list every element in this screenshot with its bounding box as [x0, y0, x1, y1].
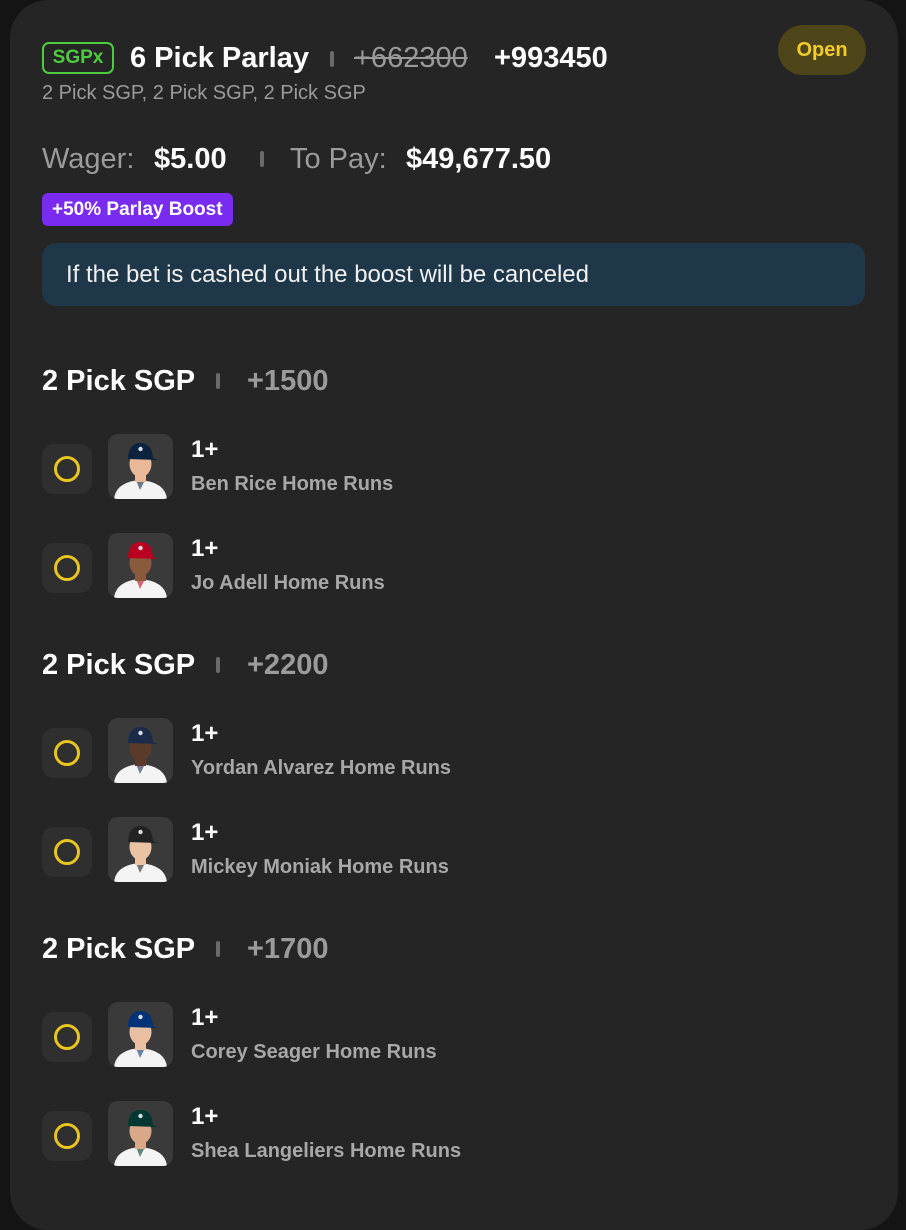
leg-description: Mickey Moniak Home Runs	[191, 856, 449, 878]
leg-row[interactable]: 1+ Corey Seager Home Runs	[42, 1002, 862, 1072]
player-headshot-icon	[114, 542, 167, 598]
divider	[216, 941, 220, 957]
sgp-group-header: 2 Pick SGP +1700	[42, 931, 442, 967]
player-headshot-icon	[114, 727, 167, 783]
wager-label: Wager:	[42, 143, 135, 175]
parlay-boost-badge: +50% Parlay Boost	[42, 193, 233, 226]
leg-line: 1+	[191, 1004, 219, 1031]
player-headshot-icon	[114, 1110, 167, 1166]
pending-circle-icon	[54, 839, 80, 865]
leg-description: Corey Seager Home Runs	[191, 1041, 437, 1063]
leg-description: Yordan Alvarez Home Runs	[191, 757, 452, 779]
pending-circle-icon	[54, 740, 80, 766]
group-odds: +2200	[247, 649, 329, 681]
to-pay-value: $49,677.50	[406, 143, 552, 175]
leg-status-box	[42, 543, 92, 593]
leg-description: Shea Langeliers Home Runs	[191, 1140, 462, 1162]
group-name: 2 Pick SGP	[42, 649, 196, 681]
leg-status-box	[42, 1012, 92, 1062]
leg-row[interactable]: 1+ Mickey Moniak Home Runs	[42, 817, 862, 887]
pending-circle-icon	[54, 555, 80, 581]
pending-circle-icon	[54, 1123, 80, 1149]
divider	[216, 657, 220, 673]
boost-notice: If the bet is cashed out the boost will …	[42, 243, 865, 306]
group-name: 2 Pick SGP	[42, 365, 196, 397]
leg-line: 1+	[191, 819, 219, 846]
parlay-subtitle: 2 Pick SGP, 2 Pick SGP, 2 Pick SGP	[42, 82, 366, 104]
sgp-group-header: 2 Pick SGP +2200	[42, 647, 442, 683]
leg-description: Jo Adell Home Runs	[191, 572, 385, 594]
sgpx-badge: SGPx	[42, 42, 114, 74]
leg-line: 1+	[191, 720, 219, 747]
sgp-group-header: 2 Pick SGP +1500	[42, 363, 442, 399]
original-odds: +662300	[354, 42, 468, 74]
group-name: 2 Pick SGP	[42, 933, 196, 965]
wager-value: $5.00	[154, 143, 227, 175]
player-headshot-icon	[114, 1011, 167, 1067]
leg-row[interactable]: 1+ Ben Rice Home Runs	[42, 434, 862, 504]
player-avatar	[108, 1002, 173, 1067]
status-badge: Open	[778, 25, 866, 75]
divider	[260, 151, 264, 167]
group-odds: +1700	[247, 933, 329, 965]
bet-header: SGPx 6 Pick Parlay +662300 +993450 2 Pic…	[42, 40, 872, 110]
player-avatar	[108, 817, 173, 882]
group-odds: +1500	[247, 365, 329, 397]
wager-row: Wager: $5.00 To Pay: $49,677.50	[42, 140, 842, 180]
leg-description: Ben Rice Home Runs	[191, 473, 394, 495]
player-avatar	[108, 533, 173, 598]
pending-circle-icon	[54, 456, 80, 482]
divider	[330, 51, 334, 67]
divider	[216, 373, 220, 389]
boosted-odds: +993450	[494, 42, 608, 74]
player-avatar	[108, 434, 173, 499]
leg-row[interactable]: 1+ Shea Langeliers Home Runs	[42, 1101, 862, 1171]
leg-line: 1+	[191, 1103, 219, 1130]
parlay-title: 6 Pick Parlay	[130, 42, 309, 74]
leg-line: 1+	[191, 535, 219, 562]
leg-line: 1+	[191, 436, 219, 463]
to-pay-label: To Pay:	[290, 143, 387, 175]
leg-status-box	[42, 827, 92, 877]
player-avatar	[108, 1101, 173, 1166]
pending-circle-icon	[54, 1024, 80, 1050]
leg-status-box	[42, 444, 92, 494]
leg-status-box	[42, 1111, 92, 1161]
player-headshot-icon	[114, 443, 167, 499]
leg-row[interactable]: 1+ Yordan Alvarez Home Runs	[42, 718, 862, 788]
bet-card: SGPx 6 Pick Parlay +662300 +993450 2 Pic…	[10, 0, 898, 1230]
player-headshot-icon	[114, 826, 167, 882]
player-avatar	[108, 718, 173, 783]
leg-status-box	[42, 728, 92, 778]
leg-row[interactable]: 1+ Jo Adell Home Runs	[42, 533, 862, 603]
